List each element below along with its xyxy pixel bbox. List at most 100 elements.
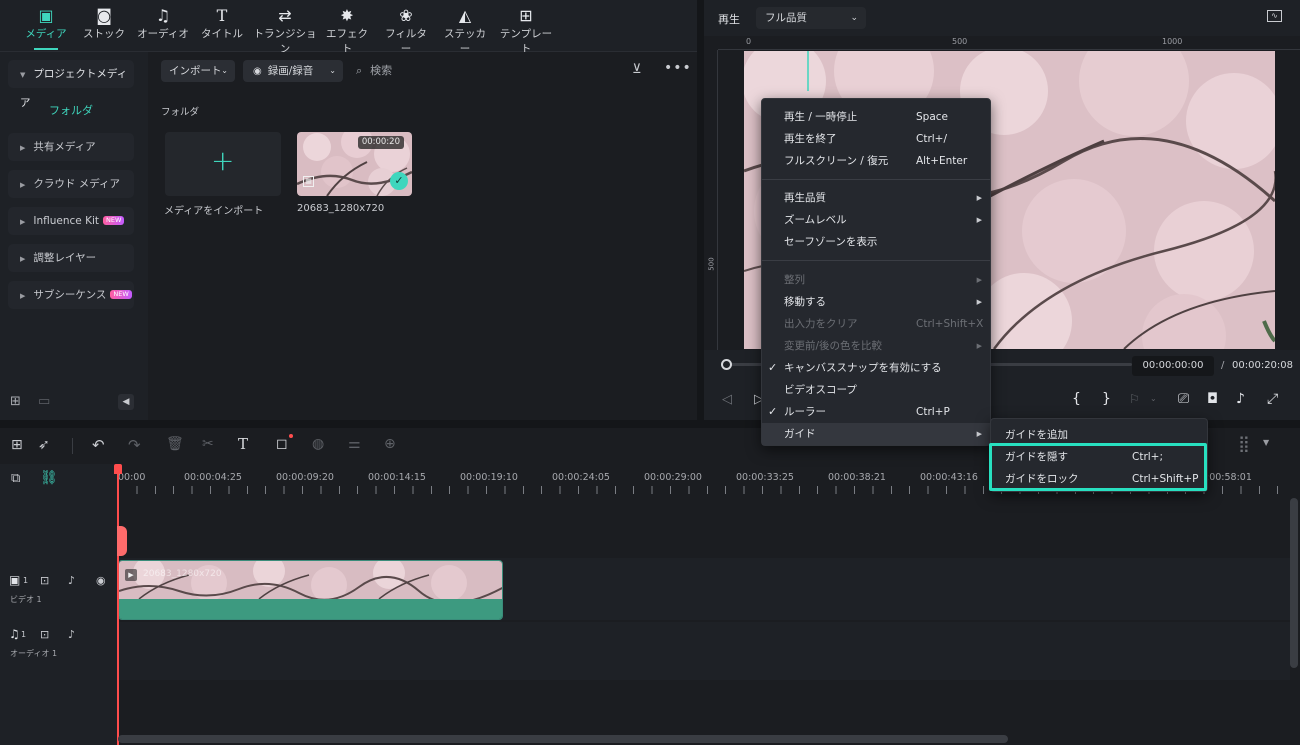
new-folder-icon[interactable]: ⊞ [10,394,21,409]
filter-circles-icon: ❀ [399,6,413,25]
volume-icon[interactable]: ♪ [68,628,75,641]
record-dropdown[interactable]: ◉ 録画/録音 ⌄ [243,60,343,82]
visibility-eye-icon[interactable]: ◉ [96,574,106,587]
toolbar-divider [72,438,73,454]
video-clip[interactable]: ▶ 20683_1280x720 [118,560,503,620]
menu-item-play-pause[interactable]: 再生 / 一時停止 Space [762,106,990,128]
link-icon[interactable]: ⛓ [40,470,58,486]
preview-ruler-horizontal: 0 500 1000 [718,36,1300,50]
plus-icon: + [211,144,235,177]
video-type-icon: ▦ [303,176,314,187]
media-clip-thumbnail[interactable]: 00:00:20 ▦ ✓ [297,132,412,196]
select-cursor-icon[interactable]: ➶ [38,437,50,453]
checkmark-icon: ✓ [768,361,778,374]
folder-icon[interactable]: ▭ [38,394,50,409]
tab-template[interactable]: ⊞ テンプレート [497,6,555,55]
import-tile-label: メディアをインポート [164,206,264,217]
search-icon: ⌕ [356,64,363,77]
title-t-icon: T [216,6,228,25]
tab-audio[interactable]: ♫ オーディオ [137,6,189,50]
timeline-vertical-scrollbar[interactable] [1290,498,1298,668]
menu-item-ruler[interactable]: ✓ ルーラー Ctrl+P [762,401,990,423]
volume-icon[interactable]: ♪ [1236,391,1245,407]
crop-icon[interactable]: ◻ [276,436,288,452]
tab-media[interactable]: ▣ メディア [24,6,68,50]
volume-icon[interactable]: ♪ [68,574,75,587]
sidebar-item-shared-media[interactable]: ▶ 共有メディア [8,133,134,161]
record-icon: ◉ [253,66,262,77]
caret-right-icon: ▶ [20,292,26,300]
filter-sort-icon[interactable]: ⊻ [632,62,642,77]
speed-icon[interactable]: ⊕ [384,436,396,452]
sidebar-item-adjustment-layer[interactable]: ▶ 調整レイヤー [8,244,134,272]
menu-item-zoom-level[interactable]: ズームレベル ▶ [762,209,990,231]
delete-trash-icon[interactable]: 🗑 [166,436,184,452]
video-track-icon: ▣ [9,573,21,587]
import-dropdown[interactable]: インポート ⌄ [161,60,235,82]
menu-item-move[interactable]: 移動する ▶ [762,291,990,313]
menu-separator [762,260,990,261]
mark-in-icon[interactable]: { [1072,391,1081,407]
chevron-down-icon[interactable]: ▼ [1263,438,1269,447]
caret-right-icon: ▶ [20,218,26,226]
menu-item-canvas-snap[interactable]: ✓ キャンバススナップを有効にする [762,357,990,379]
marker-icon[interactable]: ⚐ [1129,392,1140,406]
playhead-drag-tab[interactable] [117,526,127,556]
media-toolbar: ▣ メディア ◙ ストック ♫ オーディオ T タイトル ⇄ トランジション ✸… [0,0,697,55]
sidebar-item-influence-kit[interactable]: ▶ Influence Kit NEW [8,207,134,235]
submenu-arrow-icon: ▶ [976,194,982,202]
tab-sticker[interactable]: ◭ ステッカー [441,6,489,55]
lock-icon[interactable]: ⊡ [40,628,49,641]
submenu-arrow-icon: ▶ [976,298,982,306]
menu-item-guide[interactable]: ガイド ▶ [762,423,990,445]
menu-item-playback-quality[interactable]: 再生品質 ▶ [762,187,990,209]
scissors-icon[interactable]: ✂ [202,436,214,452]
import-media-tile[interactable]: + [165,132,281,196]
undo-icon[interactable]: ↶ [92,436,105,454]
menu-item-compare-colors: 変更前/後の色を比較 ▶ [762,335,990,357]
display-icon[interactable]: ⎚ [1178,391,1189,407]
submenu-arrow-icon: ▶ [976,276,982,284]
playback-progress-handle[interactable] [721,359,732,370]
notification-dot [289,434,293,438]
mark-out-icon[interactable]: } [1102,391,1111,407]
submenu-arrow-icon: ▶ [976,430,982,438]
search-box[interactable]: ⌕ 検索 [356,60,392,82]
tab-title[interactable]: T タイトル [198,6,246,50]
tab-transition[interactable]: ⇄ トランジション [253,6,317,55]
tab-effect[interactable]: ✸ エフェクト [324,6,370,55]
text-tool-icon[interactable]: T [238,435,248,453]
menu-item-safe-zone[interactable]: セーフゾーンを表示 [762,231,990,253]
new-badge: NEW [110,290,132,299]
sidebar-item-cloud-media[interactable]: ▶ クラウド メディア [8,170,134,198]
layout-grid-icon[interactable]: ⊞ [11,437,23,453]
current-time-field[interactable]: 00:00:00:00 [1132,356,1214,376]
lock-icon[interactable]: ⊡ [40,574,49,587]
quality-dropdown[interactable]: フル品質 ⌄ [756,7,866,29]
sidebar-item-subsequence[interactable]: ▶ サブシーケンス NEW [8,281,134,309]
menu-item-stop-playback[interactable]: 再生を終了 Ctrl+/ [762,128,990,150]
clip-filename: 20683_1280x720 [297,203,385,214]
timeline-horizontal-scrollbar[interactable] [118,735,1008,743]
chevron-down-icon[interactable]: ⌄ [1150,394,1157,403]
menu-item-fullscreen[interactable]: フルスクリーン / 復元 Alt+Enter [762,150,990,172]
tab-stock[interactable]: ◙ ストック [82,6,126,50]
adjust-sliders-icon[interactable]: ⚌ [348,436,361,452]
sidebar-item-folder[interactable]: フォルダ [8,98,134,124]
add-track-icon[interactable]: ⧉ [11,471,20,486]
step-back-icon[interactable]: ◁ [722,392,732,407]
track-layout-icon[interactable]: ⣿ [1238,434,1250,453]
redo-icon[interactable]: ↷ [128,436,141,454]
image-settings-icon[interactable]: ∿ [1267,10,1282,22]
more-options-icon[interactable]: ••• [664,60,692,76]
fullscreen-icon[interactable]: ⤢ [1267,391,1278,407]
playhead-line[interactable] [117,466,119,745]
snapshot-camera-icon[interactable]: ◘ [1207,391,1218,407]
stock-icon: ◙ [96,6,112,25]
tab-filter[interactable]: ❀ フィルター [382,6,430,55]
submenu-arrow-icon: ▶ [976,216,982,224]
sidebar-item-project-media[interactable]: ▼ プロジェクトメディア [8,60,134,109]
menu-item-video-scope[interactable]: ビデオスコープ [762,379,990,401]
collapse-sidebar-button[interactable]: ◀ [118,394,134,410]
color-palette-icon[interactable]: ◍ [312,436,324,452]
